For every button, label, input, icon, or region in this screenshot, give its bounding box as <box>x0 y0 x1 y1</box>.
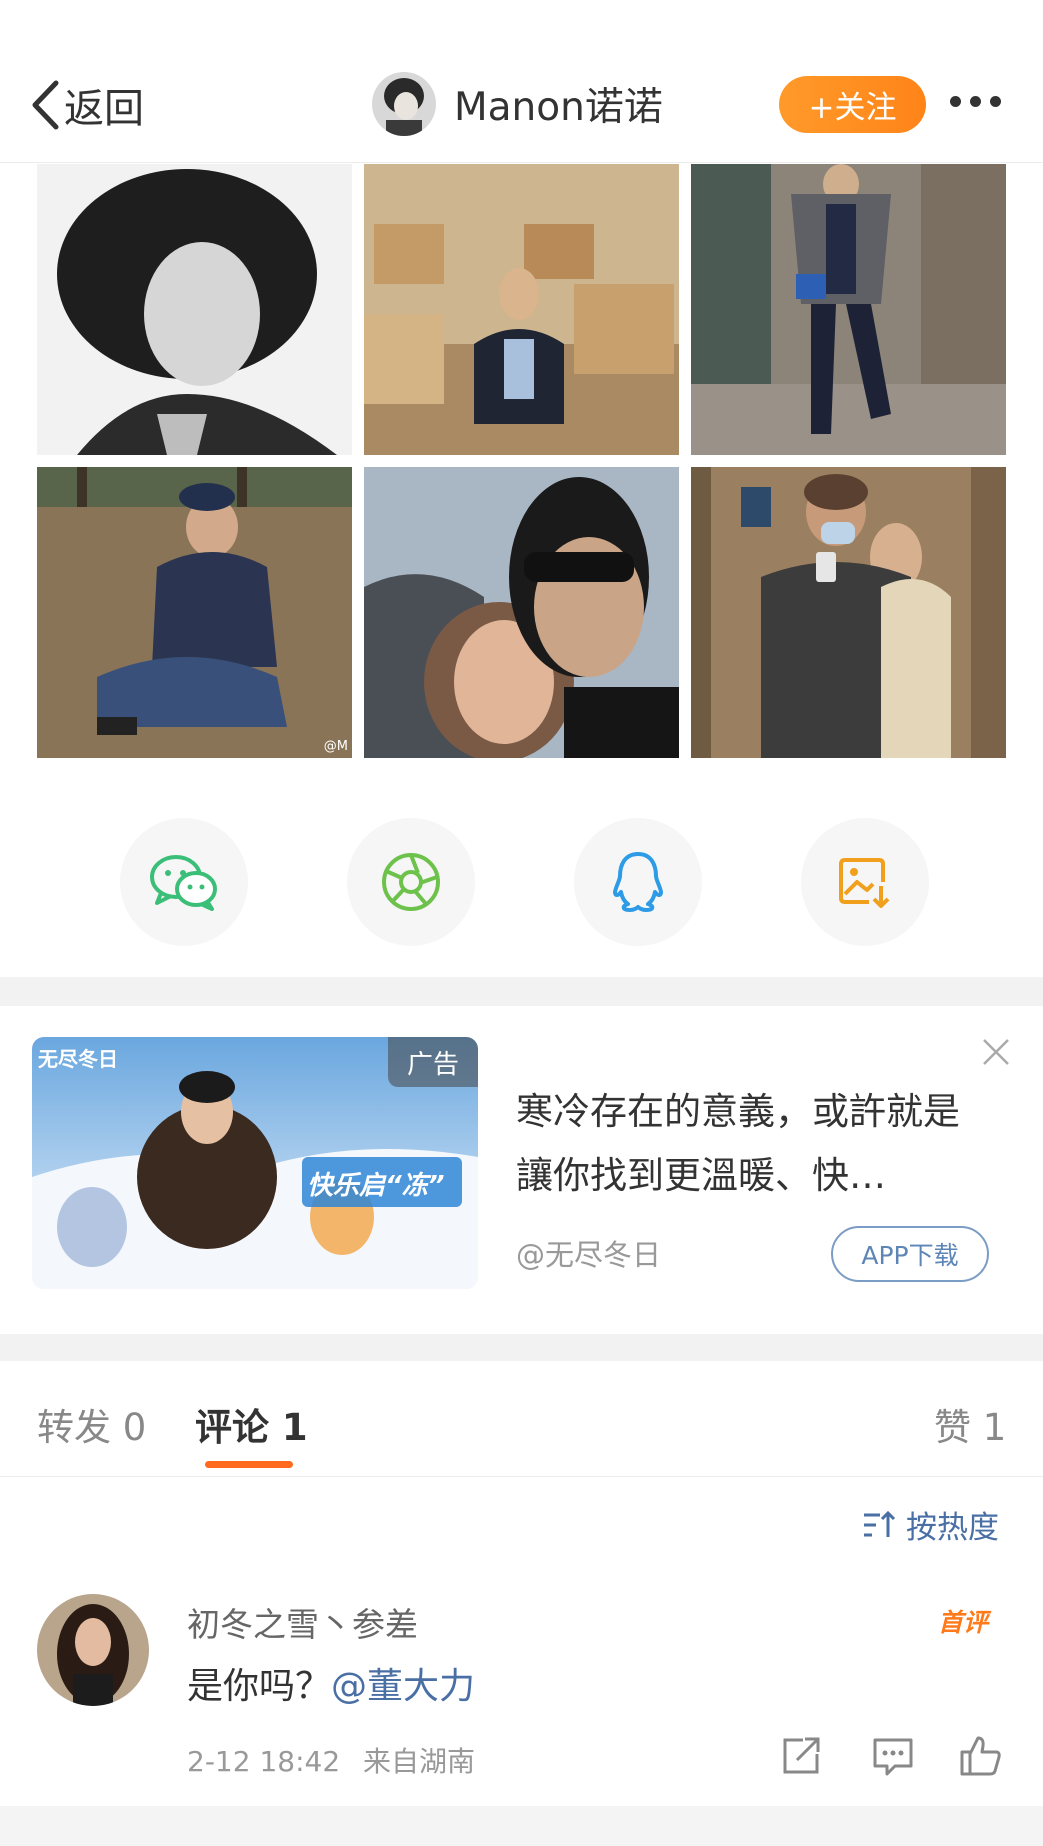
section-divider <box>0 977 1043 1006</box>
comment-text: 是你吗？@董大力 <box>187 1657 475 1709</box>
author-avatar[interactable] <box>372 72 436 136</box>
section-divider <box>0 1334 1043 1361</box>
commenter-avatar[interactable] <box>37 1594 149 1706</box>
comment-mention[interactable]: @董大力 <box>331 1666 475 1707</box>
top-navigation-bar: 返回 Manon诺诺 +关注 <box>0 0 1043 163</box>
tab-like[interactable]: 赞 1 <box>934 1397 1006 1451</box>
back-button[interactable]: 返回 <box>30 78 144 132</box>
photo-3[interactable] <box>691 164 1006 455</box>
qq-icon <box>613 852 663 912</box>
ad-image-title: 无尽冬日 <box>38 1047 118 1071</box>
ad-image[interactable]: 无尽冬日 快乐启“冻” 广告 <box>32 1037 478 1289</box>
bottom-bar <box>0 1806 1043 1846</box>
follow-button[interactable]: +关注 <box>779 76 926 133</box>
commenter-name[interactable]: 初冬之雪丶参差 <box>187 1598 418 1646</box>
sort-button[interactable]: 按热度 <box>862 1502 999 1547</box>
wechat-icon <box>150 855 217 911</box>
tab-comment[interactable]: 评论 1 <box>195 1397 308 1451</box>
more-icon[interactable] <box>950 96 1001 107</box>
author-info[interactable]: Manon诺诺 <box>372 72 663 136</box>
share-wechat-button[interactable] <box>120 818 248 946</box>
back-label: 返回 <box>64 86 144 132</box>
comment-icon[interactable] <box>871 1734 915 1778</box>
like-icon[interactable] <box>958 1734 1002 1778</box>
ad-text[interactable]: 寒冷存在的意義，或許就是讓你找到更溫暖、快… <box>516 1080 976 1208</box>
moments-icon <box>382 853 440 911</box>
ad-tag: 广告 <box>388 1037 478 1087</box>
first-comment-badge: 首评 <box>938 1608 989 1637</box>
comment-time: 2-12 18:42 <box>187 1745 341 1778</box>
save-image-icon <box>839 858 890 908</box>
photo-2[interactable] <box>364 164 679 455</box>
photo-1[interactable] <box>37 164 352 455</box>
sort-label: 按热度 <box>906 1510 999 1546</box>
tab-repost[interactable]: 转发 0 <box>37 1397 146 1451</box>
photo-6[interactable] <box>691 467 1006 758</box>
photo-4[interactable]: @M <box>37 467 352 758</box>
share-qq-button[interactable] <box>574 818 702 946</box>
interaction-tabs: 转发 0 评论 1 赞 1 <box>0 1361 1043 1477</box>
comment-content: 是你吗？ <box>187 1666 332 1707</box>
app-download-button[interactable]: APP下载 <box>831 1226 989 1282</box>
chevron-left-icon <box>32 80 59 130</box>
comment-meta: 2-12 18:42 来自湖南 <box>187 1740 475 1780</box>
comment-location: 来自湖南 <box>363 1745 476 1778</box>
author-name[interactable]: Manon诺诺 <box>454 76 663 132</box>
close-icon[interactable] <box>980 1036 1012 1068</box>
ad-image-slogan: 快乐启“冻” <box>307 1171 445 1201</box>
share-moments-button[interactable] <box>347 818 475 946</box>
photo-watermark: @M <box>323 739 348 754</box>
share-icon[interactable] <box>779 1734 823 1778</box>
active-tab-indicator <box>205 1461 293 1468</box>
save-image-button[interactable] <box>801 818 929 946</box>
ad-source[interactable]: @无尽冬日 <box>516 1232 661 1274</box>
sort-icon <box>864 1510 896 1537</box>
photo-5[interactable] <box>364 467 679 758</box>
